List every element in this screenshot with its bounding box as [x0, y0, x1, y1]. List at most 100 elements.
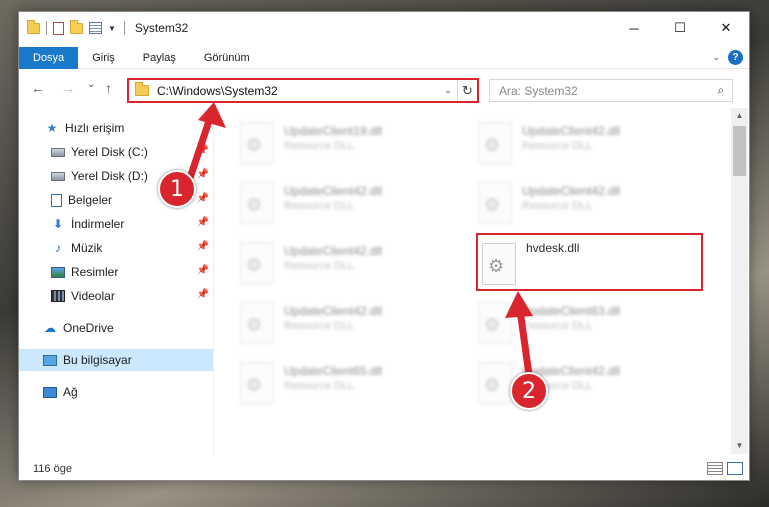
pin-icon[interactable]: 📌 [197, 289, 209, 300]
quick-access-toolbar: ▼ [19, 19, 116, 35]
sidebar-item-this-pc[interactable]: Bu bilgisayar [19, 349, 213, 371]
file-name: UpdateClient19.dll [284, 124, 383, 138]
folder-icon [135, 82, 149, 96]
sidebar-item-music[interactable]: ♪ Müzik 📌 [19, 237, 213, 259]
sidebar-item-label: Yerel Disk (D:) [71, 169, 148, 183]
file-item[interactable]: UpdateClient63.dll Resource DLL [452, 296, 682, 350]
close-button[interactable]: ✕ [703, 12, 749, 44]
back-button[interactable]: ← [31, 80, 45, 96]
sidebar-item-quick-access[interactable]: ★ Hızlı erişim [19, 117, 213, 139]
details-view-icon[interactable] [707, 462, 723, 475]
file-name: UpdateClient42.dll [522, 184, 621, 198]
address-bar[interactable]: C:\Windows\System32 ⌄ ↻ [127, 78, 479, 103]
minimize-button[interactable]: ─ [611, 12, 657, 44]
file-item[interactable]: UpdateClient19.dll Resource DLL [214, 116, 444, 170]
tab-view[interactable]: Görünüm [190, 47, 264, 69]
large-icons-view-icon[interactable] [727, 462, 743, 475]
scroll-down-icon[interactable]: ▼ [731, 438, 748, 454]
disk-icon [51, 147, 65, 157]
pin-icon[interactable]: 📌 [197, 241, 209, 252]
forward-button[interactable]: → [61, 80, 75, 96]
videos-icon [51, 290, 65, 302]
search-icon[interactable]: ⌕ [710, 83, 732, 98]
tab-file[interactable]: Dosya [19, 46, 79, 69]
window-controls: ─ ☐ ✕ [611, 12, 749, 44]
file-name: UpdateClient42.dll [522, 124, 621, 138]
sidebar-item-disk-c[interactable]: Yerel Disk (C:) 📌 [19, 141, 213, 163]
file-type: Resource DLL [284, 260, 355, 272]
qat-dropdown-icon[interactable]: ▼ [108, 24, 116, 33]
sidebar-item-pictures[interactable]: Resimler 📌 [19, 261, 213, 283]
vertical-scrollbar[interactable]: ▲ ▼ [731, 108, 748, 454]
file-type: Resource DLL [284, 140, 355, 152]
dll-file-icon [478, 122, 512, 164]
tab-share[interactable]: Paylaş [129, 47, 190, 69]
title-bar: ▼ System32 ─ ☐ ✕ [19, 12, 749, 44]
documents-icon [51, 193, 62, 207]
file-type: Resource DLL [522, 200, 593, 212]
file-item[interactable]: UpdateClient42.dll Resource DLL [452, 176, 682, 230]
sidebar-item-label: Belgeler [68, 193, 113, 207]
ribbon-right: ⌄ ? [712, 50, 743, 65]
pin-icon[interactable]: 📌 [197, 169, 209, 180]
file-name: UpdateClient65.dll [284, 364, 383, 378]
expand-ribbon-icon[interactable]: ⌄ [712, 52, 720, 63]
file-type: Resource DLL [284, 200, 355, 212]
up-button[interactable]: ↑ [105, 80, 112, 96]
cloud-icon: ☁ [44, 321, 56, 335]
file-item[interactable]: UpdateClient42.dllResource DLL [452, 356, 682, 410]
sidebar-item-label: İndirmeler [71, 217, 125, 231]
scroll-up-icon[interactable]: ▲ [731, 108, 748, 124]
pin-icon[interactable]: 📌 [197, 217, 209, 228]
sidebar-item-network[interactable]: Ağ [19, 381, 213, 403]
properties-icon[interactable] [53, 21, 64, 35]
help-icon[interactable]: ? [728, 50, 743, 65]
divider [46, 21, 47, 35]
dll-file-icon [478, 182, 512, 224]
refresh-button[interactable]: ↻ [457, 80, 477, 101]
dll-file-icon [240, 302, 274, 344]
new-folder-icon[interactable] [70, 19, 83, 34]
pin-icon[interactable]: 📌 [197, 265, 209, 276]
address-dropdown-icon[interactable]: ⌄ [439, 85, 457, 96]
step-2-marker: 2 [510, 372, 548, 410]
folder-icon [27, 19, 40, 34]
sidebar-item-label: Müzik [71, 241, 103, 255]
address-path[interactable]: C:\Windows\System32 [157, 84, 439, 98]
search-input[interactable]: Ara: System32 [499, 84, 710, 98]
file-item[interactable]: UpdateClient42.dll Resource DLL [214, 176, 444, 230]
file-item[interactable]: UpdateClient65.dll Resource DLL [214, 356, 444, 410]
customize-icon[interactable] [89, 22, 102, 34]
scroll-thumb[interactable] [733, 126, 746, 176]
sidebar-item-downloads[interactable]: ⬇ İndirmeler 📌 [19, 213, 213, 235]
divider [123, 21, 125, 35]
computer-icon [43, 354, 57, 366]
navigation-pane: ★ Hızlı erişim Yerel Disk (C:) 📌 Yerel D… [19, 114, 213, 454]
sidebar-item-label: Resimler [71, 265, 119, 279]
maximize-button[interactable]: ☐ [657, 12, 703, 44]
dll-file-icon [240, 182, 274, 224]
file-item[interactable]: UpdateClient42.dll Resource DLL [452, 116, 682, 170]
ribbon-tabs: Dosya Giriş Paylaş Görünüm ⌄ ? [19, 46, 749, 69]
file-item[interactable]: UpdateClient42.dllResource DLL [214, 236, 444, 290]
search-box[interactable]: Ara: System32 ⌕ [489, 79, 733, 102]
recent-locations-button[interactable]: ⌄ [87, 79, 95, 90]
file-item-hvdesk[interactable]: hvdesk.dll [476, 233, 703, 291]
tab-home[interactable]: Giriş [78, 47, 129, 69]
file-item[interactable]: UpdateClient42.dllResource DLL [214, 296, 444, 350]
sidebar-item-videos[interactable]: Videolar 📌 [19, 285, 213, 307]
sidebar-item-onedrive[interactable]: ☁ OneDrive [19, 317, 213, 339]
file-name: UpdateClient42.dll [284, 184, 383, 198]
file-type: Resource DLL [284, 380, 355, 392]
dll-file-icon [478, 362, 512, 404]
pin-icon[interactable]: 📌 [197, 193, 209, 204]
dll-file-icon [240, 122, 274, 164]
file-type: Resource DLL [284, 320, 355, 332]
music-icon: ♪ [55, 241, 61, 255]
file-type: Resource DLL [522, 140, 593, 152]
pin-icon[interactable]: 📌 [197, 145, 209, 156]
file-list: UpdateClient19.dll Resource DLL UpdateCli… [214, 108, 732, 454]
sidebar-item-label: Bu bilgisayar [63, 353, 132, 367]
window-title: System32 [134, 21, 189, 35]
dll-file-icon [240, 242, 274, 284]
